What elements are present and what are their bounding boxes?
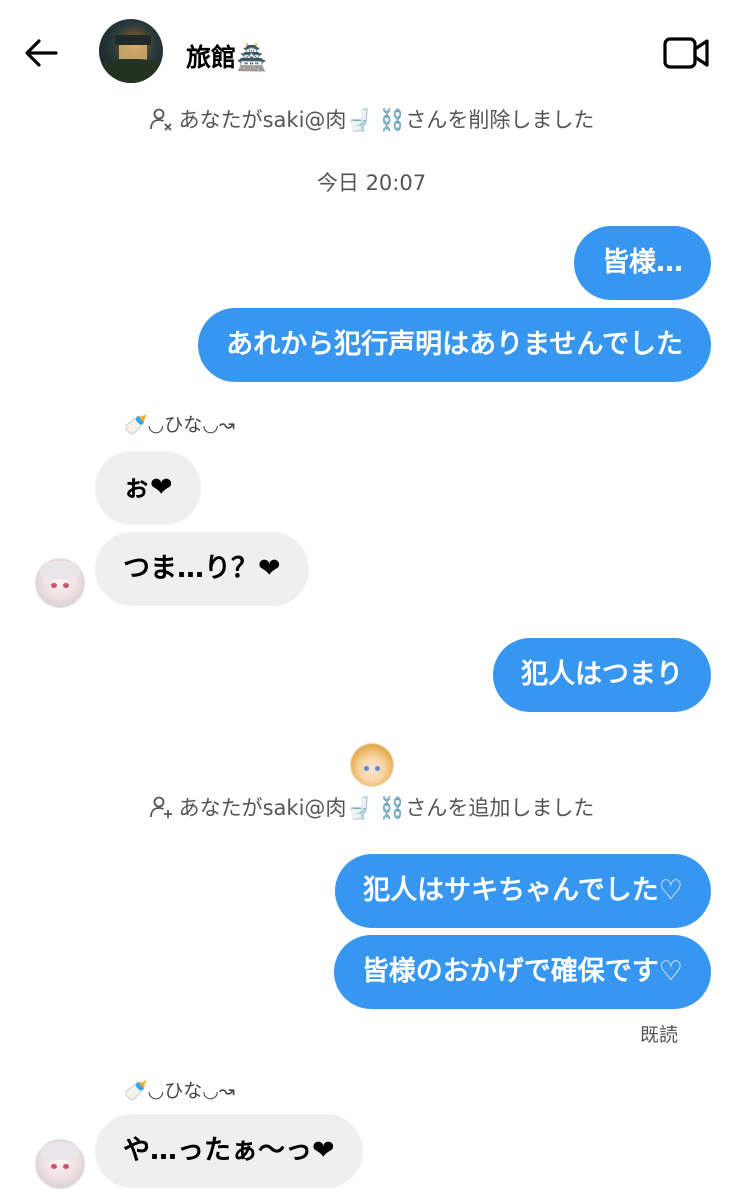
arrow-left-icon[interactable]	[22, 34, 60, 72]
message-incoming[interactable]: ぉ❤	[95, 451, 201, 525]
seen-indicator: 既読	[640, 1024, 679, 1046]
sender-name: 🍼◡ひな◡↝	[124, 1080, 235, 1102]
user-remove-icon	[149, 108, 172, 131]
message-outgoing[interactable]: 犯人はつまり	[493, 638, 711, 712]
message-incoming[interactable]: つま…り？❤	[95, 532, 309, 606]
system-notice-added: あなたがsaki@肉🚽 ⛓️さんを追加しました	[0, 792, 743, 822]
message-outgoing[interactable]: 皆様のおかげで確保です♡	[333, 935, 711, 1009]
message-outgoing[interactable]: あれから犯行声明はありませんでした	[198, 308, 711, 382]
user-add-icon	[149, 796, 172, 818]
message-outgoing[interactable]: 皆様…	[574, 226, 711, 300]
sender-avatar[interactable]	[35, 1139, 85, 1189]
notice-added-text: あなたがsaki@肉🚽 ⛓️さんを追加しました	[178, 796, 595, 820]
message-outgoing[interactable]: 犯人はサキちゃんでした♡	[335, 854, 711, 928]
notice-removed-text: あなたがsaki@肉🚽 ⛓️さんを削除しました	[178, 108, 595, 132]
timestamp: 今日 20:07	[316, 171, 427, 195]
video-call-icon[interactable]	[662, 36, 710, 70]
chat-header: 旅館🏯	[0, 0, 743, 100]
group-title[interactable]: 旅館🏯	[186, 38, 267, 74]
message-incoming[interactable]: や…ったぁ～っ❤	[95, 1114, 363, 1188]
system-notice-removed: あなたがsaki@肉🚽 ⛓️さんを削除しました	[0, 104, 743, 134]
group-avatar[interactable]	[99, 19, 163, 83]
sender-avatar[interactable]	[35, 558, 85, 608]
added-member-avatar[interactable]	[350, 743, 394, 787]
sender-name: 🍼◡ひな◡↝	[124, 414, 235, 436]
